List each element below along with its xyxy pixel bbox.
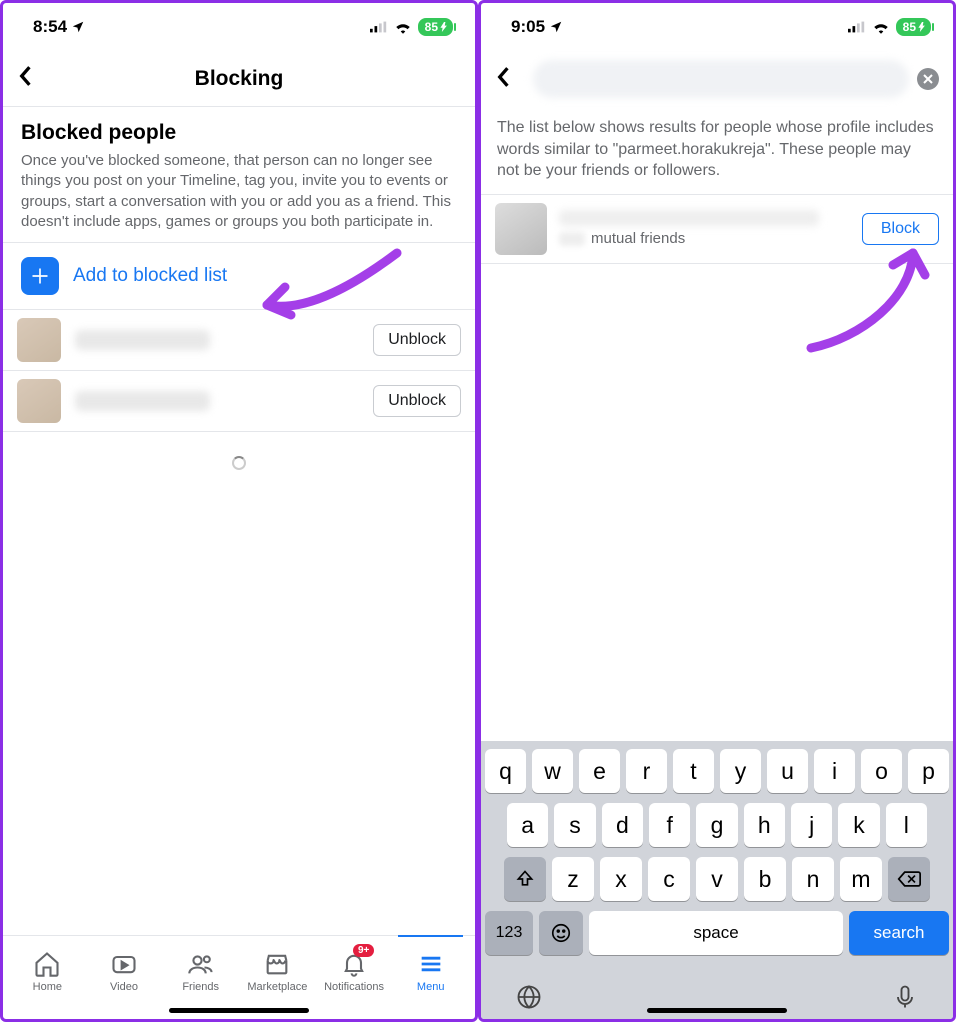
key-b[interactable]: b — [744, 857, 786, 901]
section-title: Blocked people — [21, 121, 457, 145]
search-result-row: mutual friends Block — [481, 195, 953, 264]
clear-search-button[interactable] — [917, 68, 939, 90]
tab-notifications[interactable]: 9+ Notifications — [316, 942, 393, 1001]
notification-badge: 9+ — [353, 944, 374, 957]
loading-spinner — [232, 456, 246, 470]
search-key[interactable]: search — [849, 911, 949, 955]
tab-friends[interactable]: Friends — [162, 942, 239, 1001]
blocked-person-row: Unblock — [3, 310, 475, 371]
mutual-friends-label: mutual friends — [559, 230, 850, 247]
emoji-key[interactable] — [539, 911, 583, 955]
add-label: Add to blocked list — [73, 265, 227, 287]
tab-video[interactable]: Video — [86, 942, 163, 1001]
key-c[interactable]: c — [648, 857, 690, 901]
home-indicator[interactable] — [169, 1008, 309, 1013]
key-r[interactable]: r — [626, 749, 667, 793]
unblock-button[interactable]: Unblock — [373, 324, 461, 356]
plus-icon — [21, 257, 59, 295]
avatar — [495, 203, 547, 255]
battery-indicator: 85 — [896, 18, 931, 36]
keyboard-row-4: 123 space search — [485, 911, 949, 955]
back-button[interactable] — [495, 64, 525, 95]
status-time: 8:54 — [33, 17, 67, 37]
key-g[interactable]: g — [696, 803, 737, 847]
keyboard-row-2: a s d f g h j k l — [485, 803, 949, 847]
key-a[interactable]: a — [507, 803, 548, 847]
key-o[interactable]: o — [861, 749, 902, 793]
location-icon — [549, 20, 563, 34]
search-input[interactable] — [533, 60, 909, 98]
status-bar: 8:54 85 — [3, 3, 475, 51]
blocked-person-row: Unblock — [3, 371, 475, 432]
key-y[interactable]: y — [720, 749, 761, 793]
bottom-tab-bar: Home Video Friends Marketplace 9+ Notifi… — [3, 935, 475, 1019]
key-t[interactable]: t — [673, 749, 714, 793]
signal-icon — [848, 21, 866, 33]
keyboard-row-1: q w e r t y u i o p — [485, 749, 949, 793]
redacted-name — [75, 391, 210, 411]
add-to-blocked-list-button[interactable]: Add to blocked list — [3, 243, 475, 310]
key-h[interactable]: h — [744, 803, 785, 847]
numbers-key[interactable]: 123 — [485, 911, 533, 955]
key-m[interactable]: m — [840, 857, 882, 901]
key-e[interactable]: e — [579, 749, 620, 793]
wifi-icon — [394, 20, 412, 34]
key-k[interactable]: k — [838, 803, 879, 847]
key-s[interactable]: s — [554, 803, 595, 847]
location-icon — [71, 20, 85, 34]
key-z[interactable]: z — [552, 857, 594, 901]
phone-blocking-screen: 8:54 85 Blocking Blocked people Once you… — [0, 0, 478, 1022]
key-x[interactable]: x — [600, 857, 642, 901]
key-l[interactable]: l — [886, 803, 927, 847]
signal-icon — [370, 21, 388, 33]
tab-home[interactable]: Home — [9, 942, 86, 1001]
key-u[interactable]: u — [767, 749, 808, 793]
key-n[interactable]: n — [792, 857, 834, 901]
redacted-name — [559, 210, 819, 226]
avatar — [17, 379, 61, 423]
key-p[interactable]: p — [908, 749, 949, 793]
wifi-icon — [872, 20, 890, 34]
redacted-name — [75, 330, 210, 350]
globe-icon[interactable] — [515, 983, 543, 1011]
status-bar: 9:05 85 — [481, 3, 953, 51]
block-button[interactable]: Block — [862, 213, 939, 245]
key-i[interactable]: i — [814, 749, 855, 793]
page-title: Blocking — [3, 67, 475, 91]
back-button[interactable] — [17, 63, 47, 94]
key-j[interactable]: j — [791, 803, 832, 847]
backspace-key[interactable] — [888, 857, 930, 901]
section-description: Once you've blocked someone, that person… — [21, 151, 457, 232]
nav-header: Blocking — [3, 51, 475, 107]
phone-search-screen: 9:05 85 The list below shows results for… — [478, 0, 956, 1022]
tab-menu[interactable]: Menu — [392, 942, 469, 1001]
tab-marketplace[interactable]: Marketplace — [239, 942, 316, 1001]
keyboard-footer — [485, 965, 949, 1013]
search-header — [481, 51, 953, 107]
mic-icon[interactable] — [891, 983, 919, 1011]
key-w[interactable]: w — [532, 749, 573, 793]
home-indicator[interactable] — [647, 1008, 787, 1013]
keyboard-row-3: z x c v b n m — [485, 857, 949, 901]
battery-indicator: 85 — [418, 18, 453, 36]
search-results-description: The list below shows results for people … — [481, 107, 953, 195]
status-time: 9:05 — [511, 17, 545, 37]
space-key[interactable]: space — [589, 911, 843, 955]
shift-key[interactable] — [504, 857, 546, 901]
key-v[interactable]: v — [696, 857, 738, 901]
ios-keyboard: q w e r t y u i o p a s d f g h j k l z — [481, 741, 953, 1019]
key-d[interactable]: d — [602, 803, 643, 847]
unblock-button[interactable]: Unblock — [373, 385, 461, 417]
key-q[interactable]: q — [485, 749, 526, 793]
key-f[interactable]: f — [649, 803, 690, 847]
avatar — [17, 318, 61, 362]
blocked-people-section: Blocked people Once you've blocked someo… — [3, 107, 475, 243]
